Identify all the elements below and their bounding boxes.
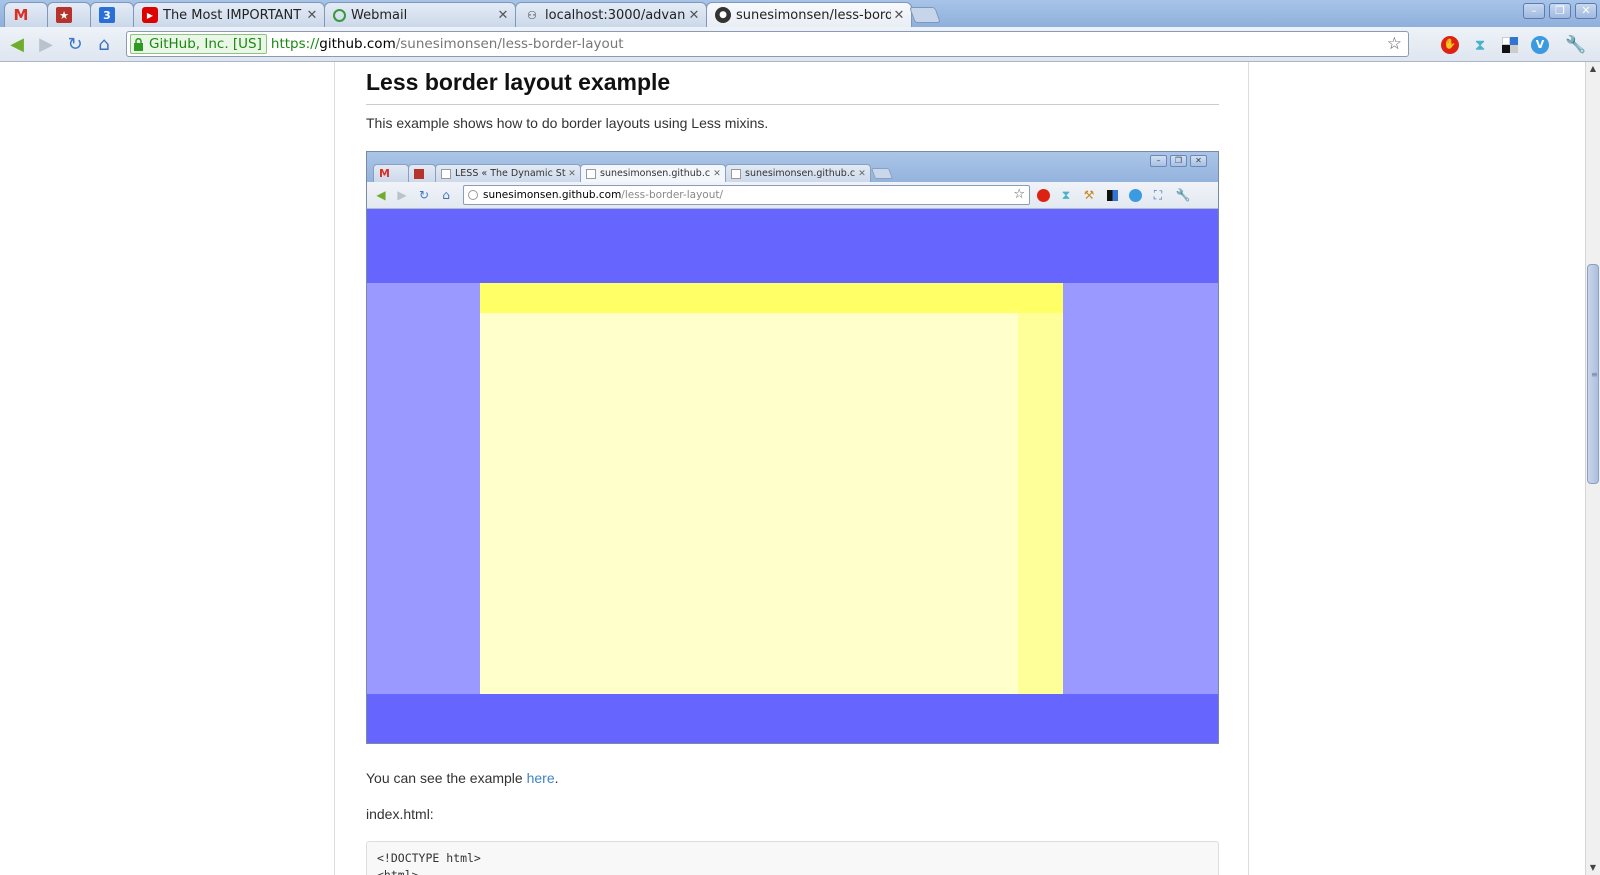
youtube-icon: ▶ (142, 7, 158, 23)
grip-icon: ≡ (1591, 370, 1598, 379)
lock-icon (133, 37, 144, 51)
wrench-icon: 🔧 (1175, 188, 1191, 202)
page-viewport: Less border layout example This example … (0, 62, 1585, 875)
url-text: https://github.com/sunesimonsen/less-bor… (270, 36, 624, 52)
gmail-icon: M (13, 6, 29, 24)
reload-button[interactable]: ↻ (64, 33, 86, 55)
intro-text: This example shows how to do border layo… (366, 115, 769, 131)
hourglass-extension-icon: ⧗ (1061, 187, 1071, 202)
address-bar[interactable]: GitHub, Inc. [US] https://github.com/sun… (126, 31, 1409, 57)
layout-center-east-region (1018, 313, 1063, 694)
calendar-icon: 3 (99, 7, 115, 23)
octocat-icon: ⚇ (527, 8, 537, 22)
tab-title: sunesimonsen/less-bord (736, 7, 891, 23)
layout-center-region (480, 313, 1018, 694)
tab-github-active[interactable]: ● sunesimonsen/less-bord ✕ (706, 2, 912, 27)
screenshot-restore-icon: ❐ (1170, 155, 1187, 167)
back-button[interactable]: ◀ (6, 33, 28, 55)
forward-button[interactable]: ▶ (35, 33, 57, 55)
layout-north-region (367, 209, 1218, 283)
browser-toolbar: ◀ ▶ ↻ ⌂ GitHub, Inc. [US] https://github… (0, 27, 1600, 62)
screenshot-address-bar: sunesimonsen.github.com/less-border-layo… (463, 185, 1030, 205)
page-icon (441, 168, 451, 179)
home-icon: ⌂ (442, 188, 450, 202)
star-icon: ☆ (1013, 187, 1025, 202)
adblock-icon[interactable]: ✋ (1440, 35, 1460, 55)
hammer-extension-icon: ⚒ (1083, 188, 1095, 202)
minimize-button[interactable]: – (1523, 3, 1545, 19)
webmail-icon (333, 8, 346, 22)
page-title: Less border layout example (366, 69, 1219, 105)
tab-calendar[interactable]: 3 (90, 2, 134, 27)
globe-icon (468, 190, 478, 200)
screenshot-tab-active: sunesimonsen.github.c ✕ (580, 164, 726, 182)
screenshot-toolbar: ◀ ▶ ↻ ⌂ sunesimonsen.github.com/less-bor… (367, 182, 1218, 209)
ev-certificate-badge[interactable]: GitHub, Inc. [US] (130, 34, 267, 54)
screenshot-tab-less: LESS « The Dynamic St ✕ (435, 164, 581, 182)
screenshot-tab-gmail: M (373, 164, 409, 182)
reload-icon: ↻ (418, 188, 430, 202)
github-icon: ● (715, 7, 731, 23)
readme-column: Less border layout example This example … (334, 62, 1249, 875)
restore-button[interactable]: ❐ (1549, 3, 1571, 19)
example-link-paragraph: You can see the example here. (366, 770, 559, 786)
delicious-icon[interactable] (1500, 35, 1520, 55)
screenshot-new-tab (870, 168, 894, 179)
home-button[interactable]: ⌂ (93, 33, 115, 55)
tab-gmail[interactable]: M (4, 2, 48, 27)
page-icon (586, 168, 596, 179)
example-screenshot: M LESS « The Dynamic St ✕ sunesimonsen.g… (366, 151, 1219, 744)
screenshot-tab-third: sunesimonsen.github.c ✕ (725, 164, 871, 182)
close-window-button[interactable]: ✕ (1575, 3, 1597, 19)
wrench-icon[interactable]: 🔧 (1565, 35, 1586, 55)
close-icon: ✕ (713, 168, 721, 179)
example-link[interactable]: here (527, 770, 555, 786)
code-line: <!DOCTYPE html> (377, 851, 481, 865)
v-extension-icon[interactable]: V (1530, 35, 1550, 55)
hourglass-extension-icon[interactable]: ⧗ (1470, 35, 1490, 55)
back-icon: ◀ (376, 188, 386, 202)
screenshot-close-icon: ✕ (1190, 155, 1207, 167)
new-tab-button[interactable] (909, 7, 941, 23)
tab-youtube[interactable]: ▶ The Most IMPORTANT Vi ✕ (133, 2, 325, 27)
vertical-scrollbar[interactable]: ▲ ≡ ▼ (1585, 62, 1600, 875)
ev-label: GitHub, Inc. [US] (149, 36, 262, 52)
scrollbar-thumb[interactable]: ≡ (1587, 264, 1599, 484)
tab-localhost[interactable]: ⚇ localhost:3000/advance ✕ (515, 2, 707, 27)
close-icon: ✕ (568, 168, 576, 179)
delicious-icon (1104, 187, 1120, 203)
fullscreen-icon: ⛶ (1153, 187, 1163, 202)
close-icon[interactable]: ✕ (686, 8, 702, 23)
code-line: <html> (377, 868, 419, 875)
forward-icon: ▶ (397, 188, 407, 202)
file-name-label: index.html: (366, 806, 434, 822)
layout-east-region (1063, 283, 1218, 694)
screenshot-minimize-icon: – (1150, 155, 1167, 167)
v-extension-icon (1127, 187, 1143, 203)
layout-south-region (367, 694, 1218, 743)
close-icon[interactable]: ✕ (304, 8, 320, 23)
bookmark-app-icon (414, 168, 424, 179)
bookmark-app-icon: ★ (56, 7, 72, 23)
tab-title: The Most IMPORTANT Vi (163, 7, 304, 23)
page-icon (731, 168, 741, 179)
screenshot-tab-strip: M LESS « The Dynamic St ✕ sunesimonsen.g… (367, 152, 1218, 182)
gmail-icon: M (379, 167, 390, 180)
scroll-up-arrow-icon[interactable]: ▲ (1586, 62, 1600, 76)
scroll-down-arrow-icon[interactable]: ▼ (1586, 861, 1600, 875)
tab-webmail[interactable]: Webmail ✕ (324, 2, 516, 27)
tab-title: localhost:3000/advance (545, 7, 686, 23)
adblock-icon (1035, 187, 1051, 203)
tab-strip: M ★ 3 ▶ The Most IMPORTANT Vi ✕ Webmail … (0, 0, 1600, 27)
code-block: <!DOCTYPE html> <html> (366, 841, 1219, 875)
close-icon: ✕ (858, 168, 866, 179)
close-icon[interactable]: ✕ (891, 8, 907, 23)
screenshot-tab-bookmark-app (408, 164, 436, 182)
layout-center-north-region (480, 283, 1063, 313)
tab-bookmark-app[interactable]: ★ (47, 2, 91, 27)
star-icon[interactable]: ☆ (1387, 34, 1402, 54)
layout-west-region (367, 283, 480, 694)
tab-title: Webmail (351, 7, 408, 23)
close-icon[interactable]: ✕ (495, 8, 511, 23)
